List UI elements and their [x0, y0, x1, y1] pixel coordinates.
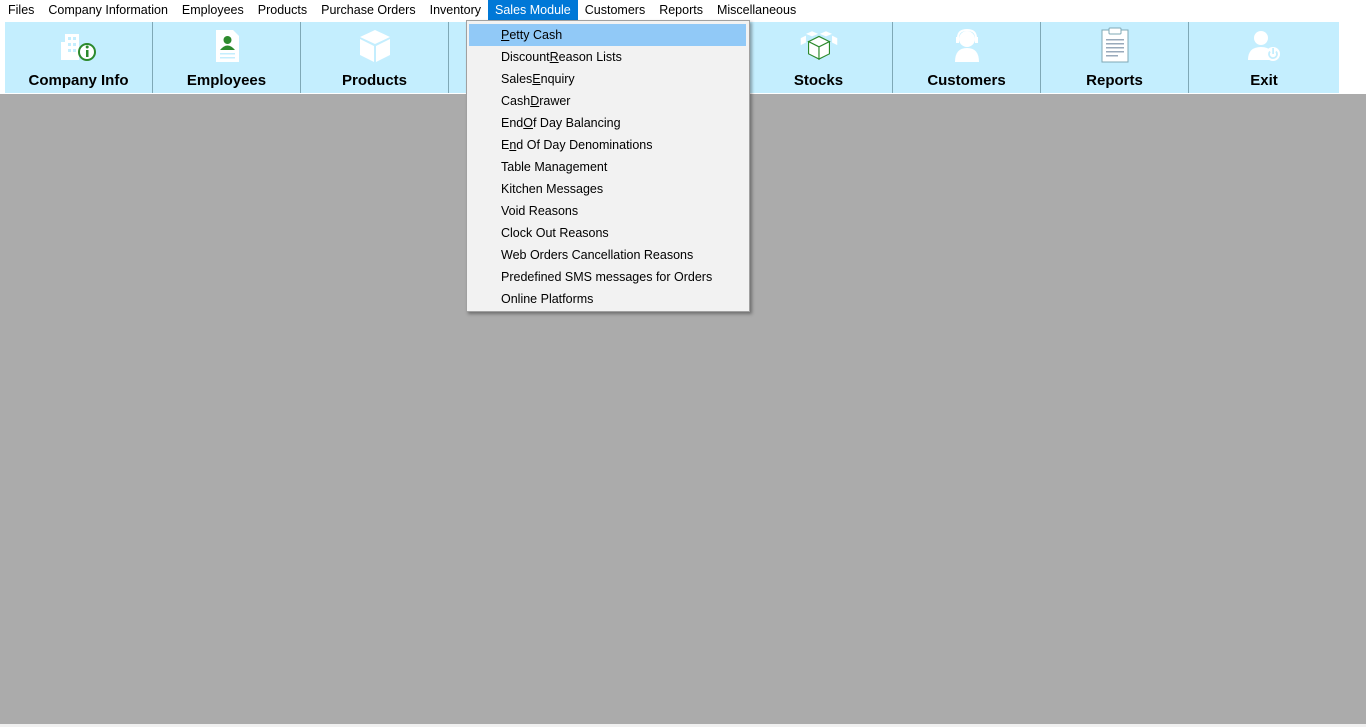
menu-item-web-orders-cancellation-reasons[interactable]: Web Orders Cancellation Reasons: [469, 244, 746, 266]
products-label: Products: [341, 72, 407, 89]
company-info-icon: [59, 26, 99, 66]
menu-item-void-reasons[interactable]: Void Reasons: [469, 200, 746, 222]
menu-inventory[interactable]: Inventory: [423, 0, 488, 20]
menu-item-clock-out-reasons[interactable]: Clock Out Reasons: [469, 222, 746, 244]
right-strip: [1352, 20, 1366, 94]
menu-item-table-management[interactable]: Table Management: [469, 156, 746, 178]
menu-miscellaneous[interactable]: Miscellaneous: [710, 0, 803, 20]
products-icon: [355, 26, 395, 66]
menu-item-end-of-day-denominations[interactable]: End Of Day Denominations: [469, 134, 746, 156]
menu-item-petty-cash[interactable]: Petty Cash: [469, 24, 746, 46]
menu-employees[interactable]: Employees: [175, 0, 251, 20]
stocks-icon: [799, 26, 839, 66]
employees-label: Employees: [186, 72, 267, 89]
customers-label: Customers: [927, 72, 1006, 89]
company-info-label: Company Info: [28, 72, 129, 89]
employees-button[interactable]: Employees: [153, 22, 301, 93]
menu-bar: Files Company Information Employees Prod…: [0, 0, 1366, 20]
company-info-button[interactable]: Company Info: [5, 22, 153, 93]
menu-sales-module[interactable]: Sales Module: [488, 0, 578, 20]
menu-item-online-platforms[interactable]: Online Platforms: [469, 288, 746, 310]
employees-icon: [207, 26, 247, 66]
customers-icon: [947, 26, 987, 66]
menu-item-kitchen-messages[interactable]: Kitchen Messages: [469, 178, 746, 200]
menu-company-information[interactable]: Company Information: [41, 0, 175, 20]
menu-item-sales-enquiry[interactable]: Sales Enquiry: [469, 68, 746, 90]
exit-button[interactable]: Exit: [1189, 22, 1339, 93]
exit-label: Exit: [1250, 72, 1278, 89]
customers-button[interactable]: Customers: [893, 22, 1041, 93]
menu-products[interactable]: Products: [251, 0, 314, 20]
products-button[interactable]: Products: [301, 22, 449, 93]
menu-purchase-orders[interactable]: Purchase Orders: [314, 0, 422, 20]
menu-item-cash-drawer[interactable]: Cash Drawer: [469, 90, 746, 112]
reports-icon: [1095, 26, 1135, 66]
exit-icon: [1244, 26, 1284, 66]
menu-item-discount-reason-lists[interactable]: Discount Reason Lists: [469, 46, 746, 68]
menu-customers[interactable]: Customers: [578, 0, 652, 20]
reports-button[interactable]: Reports: [1041, 22, 1189, 93]
reports-label: Reports: [1086, 72, 1143, 89]
stocks-label: Stocks: [793, 72, 844, 89]
menu-reports[interactable]: Reports: [652, 0, 710, 20]
menu-item-predefined-sms-messages[interactable]: Predefined SMS messages for Orders: [469, 266, 746, 288]
menu-files[interactable]: Files: [0, 0, 41, 20]
stocks-button[interactable]: Stocks: [745, 22, 893, 93]
menu-item-end-of-day-balancing[interactable]: End Of Day Balancing: [469, 112, 746, 134]
sales-module-dropdown: Petty Cash Discount Reason Lists Sales E…: [466, 20, 750, 312]
